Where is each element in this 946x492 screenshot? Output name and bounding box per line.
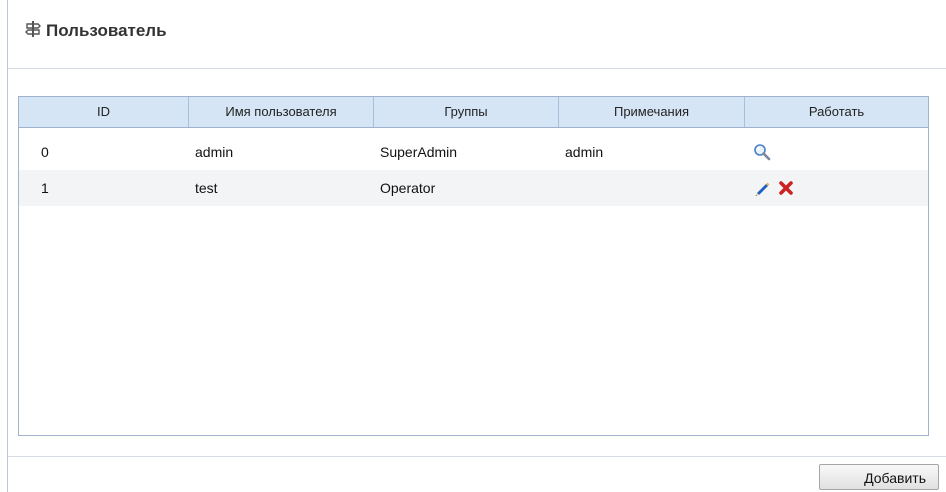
delete-icon[interactable] [777, 179, 795, 197]
column-header-groups[interactable]: Группы [374, 97, 559, 127]
users-table: ID Имя пользователя Группы Примечания Ра… [18, 96, 929, 436]
cell-notes: admin [565, 144, 604, 160]
cell-id: 0 [41, 144, 49, 160]
table-row[interactable]: 1 test Operator [19, 170, 928, 206]
table-header: ID Имя пользователя Группы Примечания Ра… [19, 97, 928, 128]
cell-group: SuperAdmin [380, 144, 458, 160]
view-icon[interactable] [753, 143, 771, 161]
user-panel: Пользователь ID Имя пользователя Группы … [7, 0, 946, 492]
cell-username: admin [195, 144, 234, 160]
add-button[interactable]: Добавить [819, 464, 939, 490]
cell-group: Operator [380, 180, 436, 196]
panel-header: Пользователь [8, 0, 946, 69]
column-header-id[interactable]: ID [19, 97, 189, 127]
column-header-actions: Работать [808, 104, 865, 119]
edit-icon[interactable] [753, 179, 771, 197]
row-actions [745, 170, 928, 206]
cell-username: test [195, 180, 218, 196]
column-header-notes[interactable]: Примечания [559, 97, 745, 127]
table-row[interactable]: 0 admin SuperAdmin admin [19, 134, 928, 170]
page-title: Пользователь [46, 21, 167, 40]
signpost-icon [25, 21, 41, 37]
row-actions [745, 134, 928, 170]
column-header-username[interactable]: Имя пользователя [189, 97, 374, 127]
footer-divider [8, 456, 946, 457]
cell-id: 1 [41, 180, 49, 196]
